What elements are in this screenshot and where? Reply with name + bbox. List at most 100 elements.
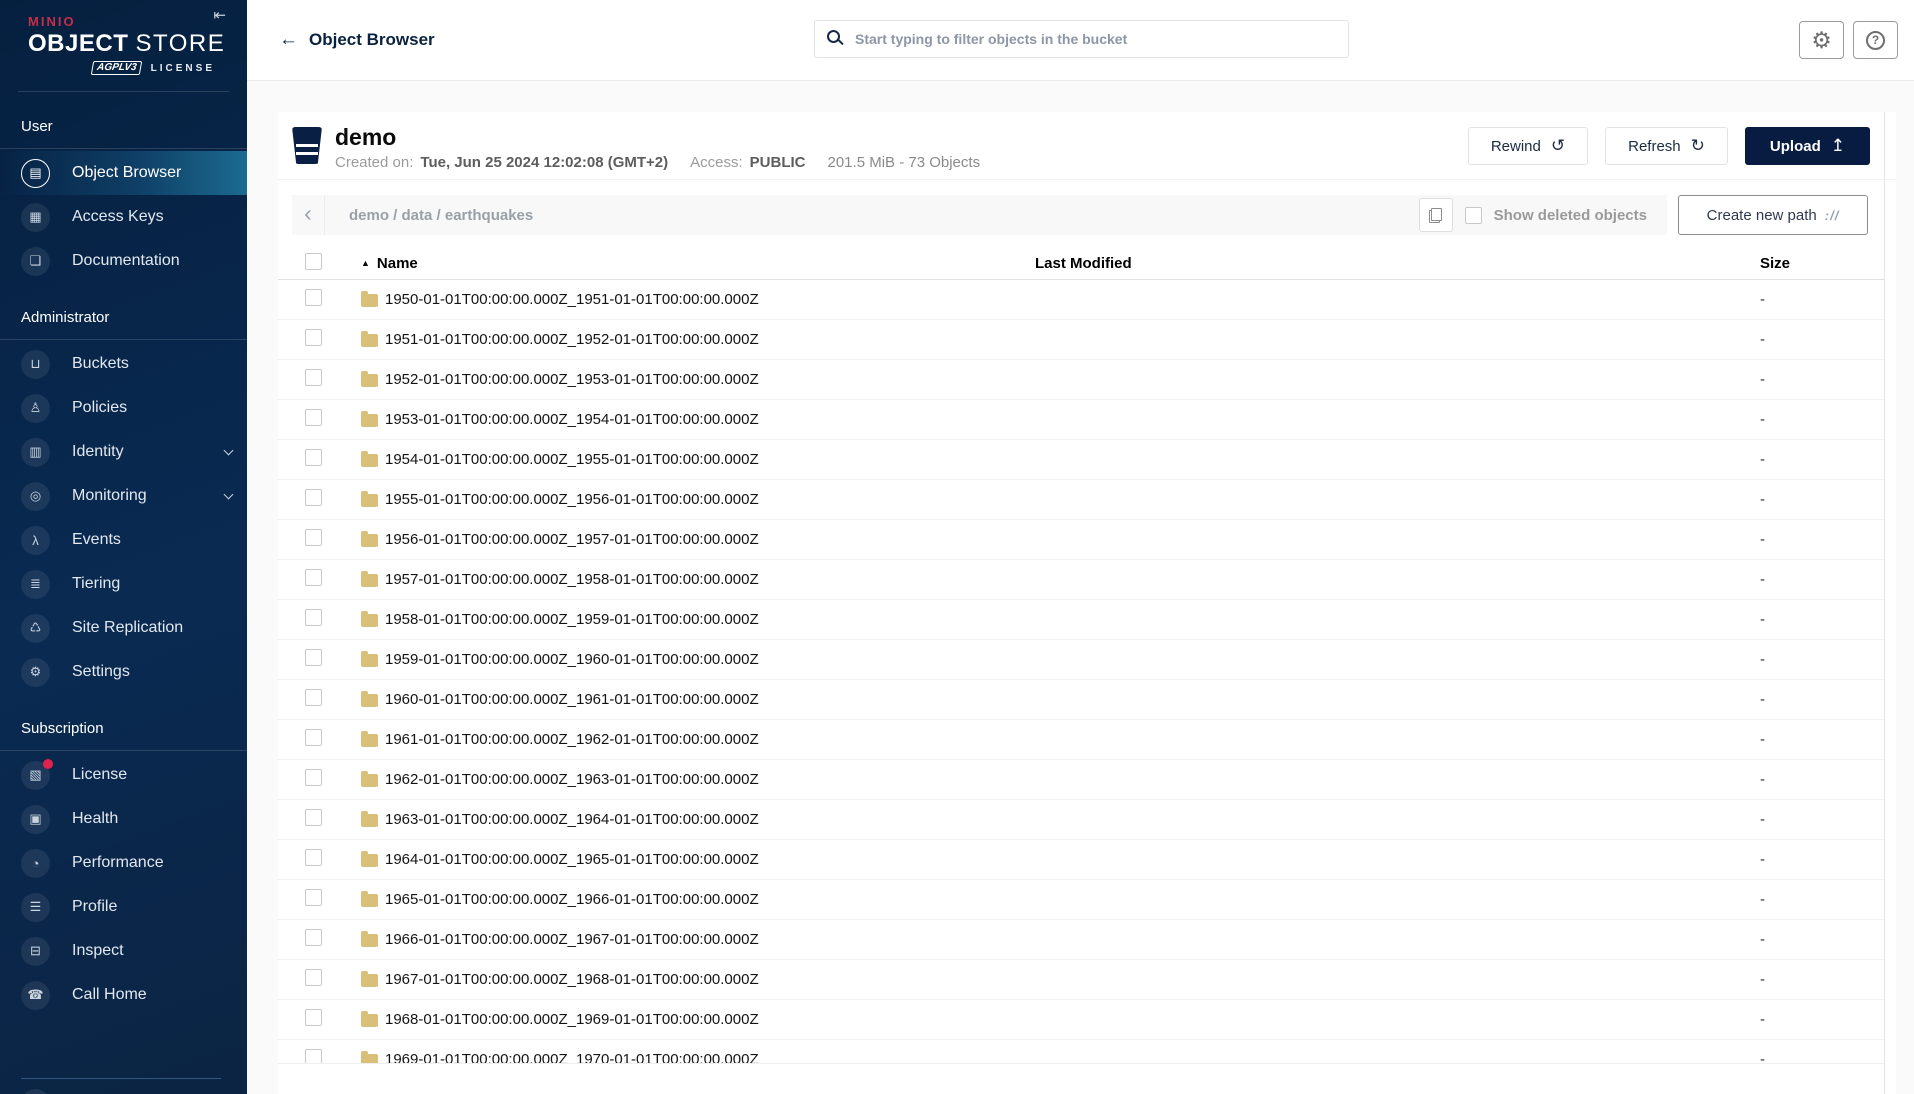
- sidebar-item-buckets[interactable]: ⊔Buckets: [0, 342, 247, 386]
- sidebar-item-identity[interactable]: ▥Identity: [0, 430, 247, 474]
- folder-icon: [361, 654, 378, 667]
- page-background: demo Created on: Tue, Jun 25 2024 12:02:…: [247, 81, 1914, 1094]
- column-header-name[interactable]: ▲Name: [361, 255, 1035, 272]
- table-row[interactable]: 1962-01-01T00:00:00.000Z_1963-01-01T00:0…: [278, 760, 1884, 800]
- table-row[interactable]: 1964-01-01T00:00:00.000Z_1965-01-01T00:0…: [278, 840, 1884, 880]
- table-row[interactable]: 1961-01-01T00:00:00.000Z_1962-01-01T00:0…: [278, 720, 1884, 760]
- rewind-button[interactable]: Rewind ↺: [1468, 127, 1588, 165]
- row-checkbox[interactable]: [305, 849, 322, 866]
- row-checkbox[interactable]: [305, 449, 322, 466]
- table-row[interactable]: 1965-01-01T00:00:00.000Z_1966-01-01T00:0…: [278, 880, 1884, 920]
- sidebar-item-access-keys[interactable]: ▦Access Keys: [0, 195, 247, 239]
- site-replication-icon: ♺: [21, 614, 50, 643]
- minio-brand-text: MINIO: [28, 14, 219, 29]
- back-arrow-icon[interactable]: ←: [279, 29, 298, 51]
- sidebar-item-health[interactable]: ▣Health: [0, 797, 247, 841]
- folder-icon: [361, 734, 378, 747]
- sort-asc-icon: ▲: [361, 258, 370, 268]
- row-checkbox[interactable]: [305, 769, 322, 786]
- row-checkbox[interactable]: [305, 1009, 322, 1026]
- sidebar-item-call-home[interactable]: ☎Call Home: [0, 973, 247, 1017]
- sidebar-item-label: Site Replication: [72, 619, 183, 637]
- sidebar-item-object-browser[interactable]: ▤Object Browser: [0, 151, 247, 195]
- table-row[interactable]: 1951-01-01T00:00:00.000Z_1952-01-01T00:0…: [278, 320, 1884, 360]
- copy-path-button[interactable]: [1419, 198, 1453, 232]
- table-row[interactable]: 1959-01-01T00:00:00.000Z_1960-01-01T00:0…: [278, 640, 1884, 680]
- license-label: LICENSE: [151, 63, 215, 74]
- help-button[interactable]: ?: [1853, 21, 1898, 59]
- sidebar-bottom-divider: [21, 1078, 221, 1079]
- table-row[interactable]: 1958-01-01T00:00:00.000Z_1959-01-01T00:0…: [278, 600, 1884, 640]
- size-cell: -: [1760, 571, 1884, 588]
- table-row[interactable]: 1956-01-01T00:00:00.000Z_1957-01-01T00:0…: [278, 520, 1884, 560]
- sidebar-item-performance[interactable]: ◔Performance: [0, 841, 247, 885]
- row-checkbox[interactable]: [305, 809, 322, 826]
- row-checkbox[interactable]: [305, 409, 322, 426]
- row-checkbox[interactable]: [305, 889, 322, 906]
- row-checkbox[interactable]: [305, 649, 322, 666]
- show-deleted-label: Show deleted objects: [1494, 207, 1647, 224]
- table-row[interactable]: 1969-01-01T00:00:00.000Z_1970-01-01T00:0…: [278, 1040, 1884, 1064]
- row-checkbox[interactable]: [305, 609, 322, 626]
- object-name: 1961-01-01T00:00:00.000Z_1962-01-01T00:0…: [385, 731, 759, 748]
- settings-button[interactable]: ⚙: [1799, 21, 1844, 59]
- folder-icon: [361, 374, 378, 387]
- main-area: ← Object Browser ⚙ ? demo: [247, 0, 1914, 1094]
- column-header-last-modified[interactable]: Last Modified: [1035, 255, 1760, 272]
- bucket-icon: [292, 127, 322, 164]
- sidebar-item-documentation[interactable]: ❏Documentation: [0, 239, 247, 283]
- create-new-path-button[interactable]: Create new path ://: [1678, 195, 1868, 235]
- table-scrollbar[interactable]: [1884, 112, 1885, 1094]
- table-row[interactable]: 1963-01-01T00:00:00.000Z_1964-01-01T00:0…: [278, 800, 1884, 840]
- row-checkbox[interactable]: [305, 489, 322, 506]
- row-checkbox[interactable]: [305, 969, 322, 986]
- select-all-checkbox[interactable]: [305, 253, 322, 270]
- sidebar-item-label: Performance: [72, 854, 164, 872]
- logo-divider: [18, 91, 229, 92]
- refresh-button[interactable]: Refresh ↻: [1605, 127, 1728, 165]
- folder-icon: [361, 294, 378, 307]
- table-row[interactable]: 1955-01-01T00:00:00.000Z_1956-01-01T00:0…: [278, 480, 1884, 520]
- column-header-size[interactable]: Size: [1760, 255, 1884, 272]
- breadcrumb-back-button[interactable]: ‹: [292, 195, 325, 235]
- object-name: 1963-01-01T00:00:00.000Z_1964-01-01T00:0…: [385, 811, 759, 828]
- row-checkbox[interactable]: [305, 689, 322, 706]
- row-checkbox[interactable]: [305, 329, 322, 346]
- size-cell: -: [1760, 931, 1884, 948]
- sidebar-item-profile[interactable]: ☰Profile: [0, 885, 247, 929]
- folder-icon: [361, 694, 378, 707]
- upload-button[interactable]: Upload ↥: [1745, 127, 1870, 165]
- table-row[interactable]: 1952-01-01T00:00:00.000Z_1953-01-01T00:0…: [278, 360, 1884, 400]
- row-checkbox[interactable]: [305, 729, 322, 746]
- size-cell: -: [1760, 491, 1884, 508]
- table-row[interactable]: 1954-01-01T00:00:00.000Z_1955-01-01T00:0…: [278, 440, 1884, 480]
- sidebar-item-inspect[interactable]: ⊟Inspect: [0, 929, 247, 973]
- table-row[interactable]: 1967-01-01T00:00:00.000Z_1968-01-01T00:0…: [278, 960, 1884, 1000]
- search-input[interactable]: [814, 20, 1349, 58]
- sidebar-item-settings[interactable]: ⚙Settings: [0, 650, 247, 694]
- sidebar-item-tiering[interactable]: ≣Tiering: [0, 562, 247, 606]
- sidebar-section: Subscription▧License▣Health◔Performance☰…: [0, 720, 247, 1017]
- sidebar-item-license[interactable]: ▧License: [0, 753, 247, 797]
- row-checkbox[interactable]: [305, 529, 322, 546]
- table-row[interactable]: 1968-01-01T00:00:00.000Z_1969-01-01T00:0…: [278, 1000, 1884, 1040]
- row-checkbox[interactable]: [305, 569, 322, 586]
- row-checkbox[interactable]: [305, 289, 322, 306]
- table-row[interactable]: 1957-01-01T00:00:00.000Z_1958-01-01T00:0…: [278, 560, 1884, 600]
- sidebar-item-policies[interactable]: ♙Policies: [0, 386, 247, 430]
- row-checkbox[interactable]: [305, 369, 322, 386]
- sidebar-item-label: Settings: [72, 663, 130, 681]
- sidebar-item-events[interactable]: λEvents: [0, 518, 247, 562]
- collapse-sidebar-icon[interactable]: ⇤: [213, 6, 226, 24]
- row-checkbox[interactable]: [305, 929, 322, 946]
- sidebar-item-label: Documentation: [72, 252, 180, 270]
- folder-icon: [361, 494, 378, 507]
- row-checkbox[interactable]: [305, 1049, 322, 1064]
- table-row[interactable]: 1960-01-01T00:00:00.000Z_1961-01-01T00:0…: [278, 680, 1884, 720]
- show-deleted-checkbox[interactable]: [1465, 207, 1482, 224]
- table-row[interactable]: 1953-01-01T00:00:00.000Z_1954-01-01T00:0…: [278, 400, 1884, 440]
- sidebar-item-monitoring[interactable]: ◎Monitoring: [0, 474, 247, 518]
- table-row[interactable]: 1950-01-01T00:00:00.000Z_1951-01-01T00:0…: [278, 280, 1884, 320]
- sidebar-item-site-replication[interactable]: ♺ Site Replication: [0, 606, 247, 650]
- table-row[interactable]: 1966-01-01T00:00:00.000Z_1967-01-01T00:0…: [278, 920, 1884, 960]
